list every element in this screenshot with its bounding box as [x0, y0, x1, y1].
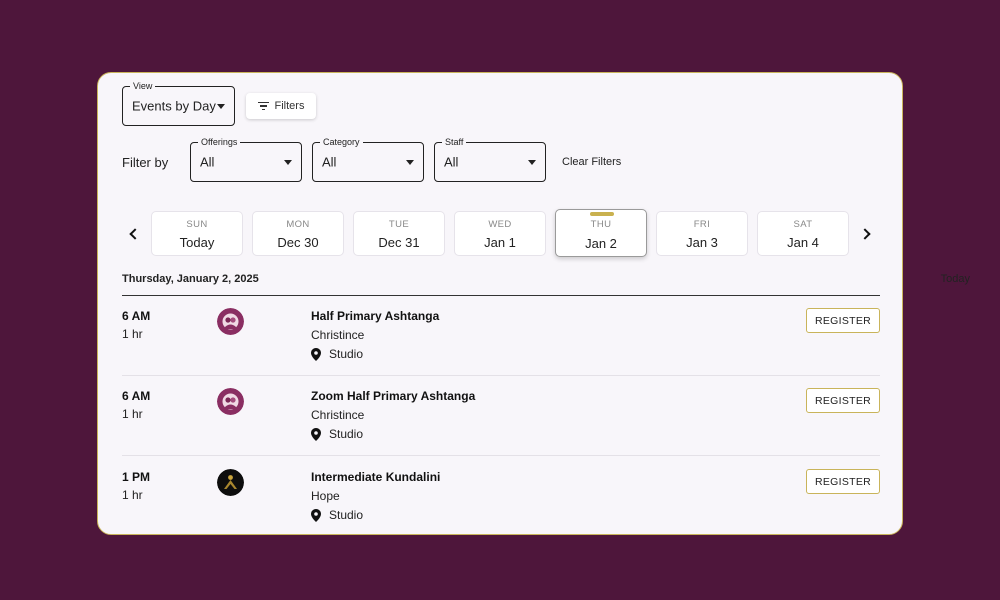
day-mon[interactable]: MON Dec 30 [252, 211, 344, 256]
day-of-week: THU [590, 219, 612, 230]
caret-down-icon [217, 104, 225, 109]
view-select[interactable]: View Events by Day [122, 80, 235, 126]
register-button[interactable]: REGISTER [806, 388, 880, 413]
day-of-week: MON [286, 219, 310, 230]
day-tue[interactable]: TUE Dec 31 [353, 211, 445, 256]
day-sun[interactable]: SUN Today [151, 211, 243, 256]
event-duration: 1 hr [122, 407, 143, 421]
event-location: Studio [311, 427, 363, 441]
offerings-select[interactable]: Offerings All [190, 136, 302, 182]
day-of-week: SUN [186, 219, 208, 230]
day-thu-selected[interactable]: THU Jan 2 [555, 209, 647, 257]
staff-legend: Staff [442, 136, 467, 148]
chevron-left-icon[interactable] [123, 224, 143, 244]
chevron-right-icon[interactable] [857, 224, 877, 244]
day-date: Dec 30 [277, 235, 319, 250]
day-of-week: WED [488, 219, 512, 230]
day-date: Jan 2 [585, 236, 617, 251]
event-title[interactable]: Half Primary Ashtanga [311, 309, 439, 323]
date-heading: Thursday, January 2, 2025 [122, 273, 259, 285]
day-date: Jan 3 [686, 235, 718, 250]
day-fri[interactable]: FRI Jan 3 [656, 211, 748, 256]
event-row: 1 PM 1 hr Intermediate Kundalini Hope St… [122, 457, 880, 537]
event-row: 6 AM 1 hr Half Primary Ashtanga Christin… [122, 296, 880, 376]
register-button[interactable]: REGISTER [806, 308, 880, 333]
selected-indicator [590, 212, 614, 216]
event-location: Studio [311, 347, 363, 361]
day-date: Jan 4 [787, 235, 819, 250]
clear-filters-button[interactable]: Clear Filters [562, 156, 621, 168]
register-button[interactable]: REGISTER [806, 469, 880, 494]
map-pin-icon [311, 427, 321, 441]
event-location-label: Studio [329, 347, 364, 361]
event-title[interactable]: Intermediate Kundalini [311, 470, 440, 484]
staff-select[interactable]: Staff All [434, 136, 546, 182]
event-time: 6 AM [122, 309, 151, 323]
day-date: Today [179, 235, 215, 250]
day-of-week: TUE [388, 219, 410, 230]
event-duration: 1 hr [122, 327, 143, 341]
category-value: All [322, 154, 337, 170]
category-select[interactable]: Category All [312, 136, 424, 182]
map-pin-icon [311, 347, 321, 361]
event-time: 6 AM [122, 389, 151, 403]
filters-button[interactable]: Filters [246, 93, 316, 119]
category-legend: Category [320, 136, 363, 148]
day-date: Jan 1 [484, 235, 516, 250]
today-button[interactable]: Today [941, 273, 970, 285]
avatar [217, 308, 244, 335]
filter-by-label: Filter by [122, 155, 169, 170]
day-of-week: SAT [793, 219, 813, 230]
event-instructor: Christince [311, 408, 365, 422]
staff-value: All [444, 154, 459, 170]
day-wed[interactable]: WED Jan 1 [454, 211, 546, 256]
caret-down-icon [406, 160, 414, 165]
filter-lines-icon [257, 101, 269, 111]
caret-down-icon [284, 160, 292, 165]
avatar [217, 469, 244, 496]
event-row: 6 AM 1 hr Zoom Half Primary Ashtanga Chr… [122, 376, 880, 456]
day-date: Dec 31 [378, 235, 420, 250]
offerings-value: All [200, 154, 215, 170]
event-time: 1 PM [122, 470, 151, 484]
avatar [217, 388, 244, 415]
day-sat[interactable]: SAT Jan 4 [757, 211, 849, 256]
view-legend: View [130, 80, 156, 92]
caret-down-icon [528, 160, 536, 165]
event-instructor: Christince [311, 328, 365, 342]
view-value: Events by Day [132, 98, 216, 114]
event-location-label: Studio [329, 427, 364, 441]
map-pin-icon [311, 508, 321, 522]
event-instructor: Hope [311, 489, 340, 503]
event-title[interactable]: Zoom Half Primary Ashtanga [311, 389, 475, 403]
event-duration: 1 hr [122, 488, 143, 502]
event-location-label: Studio [329, 508, 364, 522]
offerings-legend: Offerings [198, 136, 241, 148]
day-of-week: FRI [693, 219, 711, 230]
event-location: Studio [311, 508, 363, 522]
filters-button-label: Filters [274, 100, 305, 112]
